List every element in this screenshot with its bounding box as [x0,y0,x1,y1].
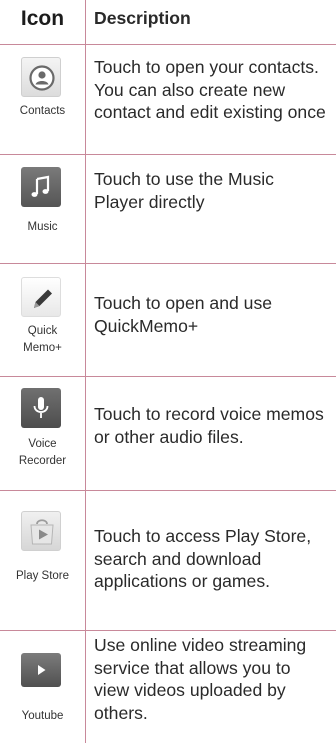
youtube-play-icon [21,653,61,687]
icon-cell: Music [0,155,85,263]
icon-caption: Youtube [21,710,64,722]
icon-cell: Voice Recorder [0,377,85,490]
icon-cell: Quick Memo+ [0,264,85,376]
table-row: Music Touch to use the Music Player dire… [0,155,336,263]
table-row: Voice Recorder Touch to record voice mem… [0,377,336,490]
row-description: Touch to open your contacts. You can als… [94,57,326,122]
icon-caption: Contacts [19,105,66,117]
row-description: Touch to access Play Store, search and d… [94,526,312,591]
icon-caption: Music [27,221,58,233]
table-header: Icon Description [0,0,336,44]
header-icon: Icon [20,7,65,30]
icon-cell: Contacts [0,45,85,154]
icon-cell: Play Store [0,491,85,630]
row-description: Touch to use the Music Player directly [94,169,274,212]
icon-cell: Youtube [0,631,85,743]
table-row: Play Store Touch to access Play Store, s… [0,491,336,630]
icon-caption: Play Store [15,570,70,582]
microphone-icon [21,388,61,428]
icon-caption: Voice Recorder [18,438,67,467]
icon-description-table: Icon Description Contacts Touch to open … [0,0,336,743]
row-description: Touch to record voice memos or other aud… [94,404,324,447]
music-note-icon [21,167,61,207]
header-description: Description [94,8,191,28]
row-description: Touch to open and use QuickMemo+ [94,293,273,336]
table-row: Quick Memo+ Touch to open and use QuickM… [0,264,336,376]
play-store-icon [21,511,61,551]
table-row: Youtube Use online video streaming servi… [0,631,336,743]
row-description: Use online video streaming service that … [94,635,307,723]
pen-icon [21,277,61,317]
icon-caption: Quick Memo+ [23,325,62,354]
table-row: Contacts Touch to open your contacts. Yo… [0,45,336,154]
contacts-icon [21,57,61,97]
